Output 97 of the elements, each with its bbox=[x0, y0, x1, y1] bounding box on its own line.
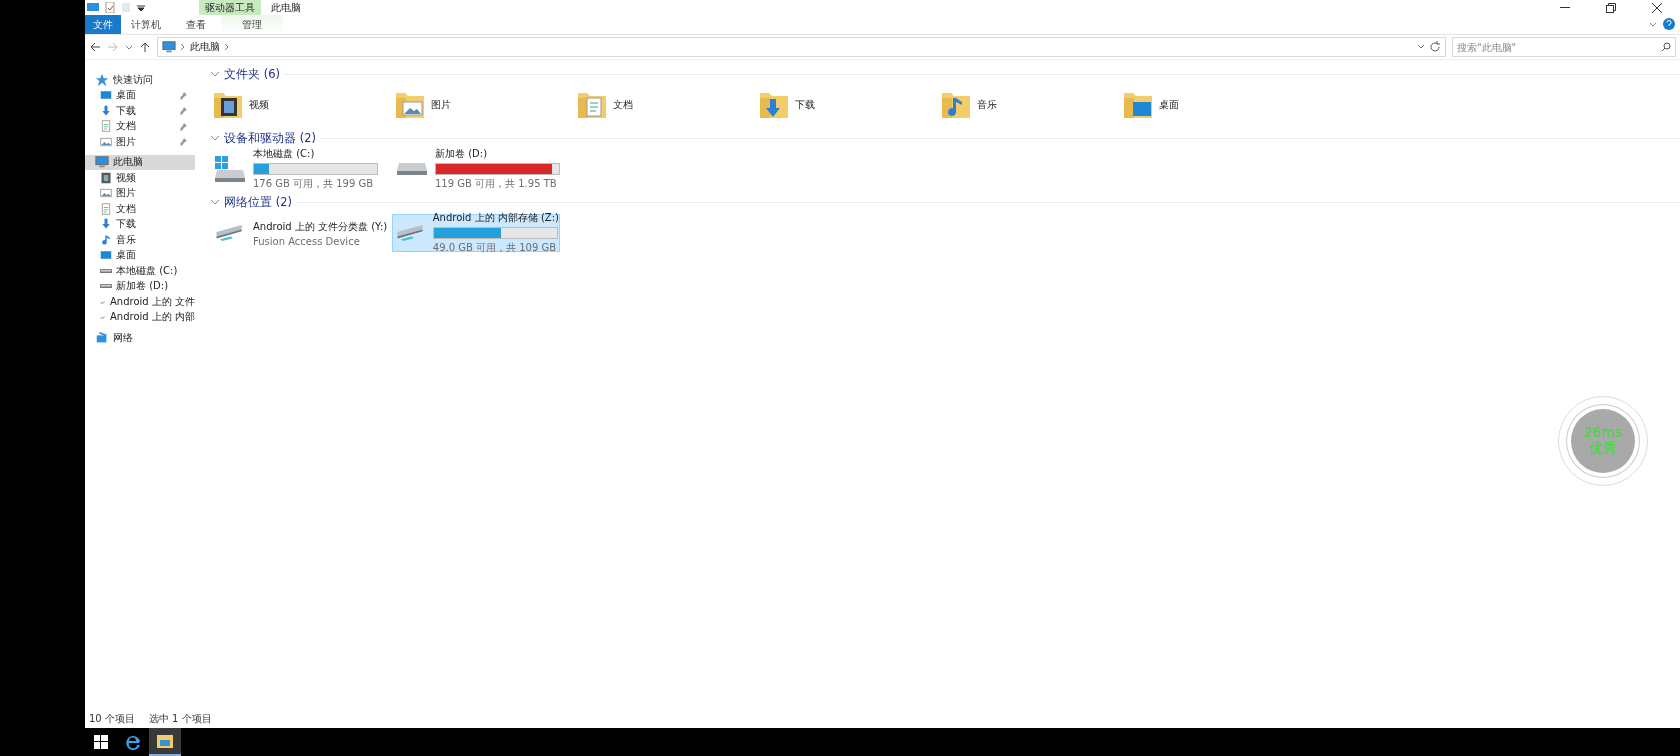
section-heading: 文件夹 (6) bbox=[224, 66, 280, 82]
section-heading: 网络位置 (2) bbox=[224, 194, 292, 210]
folder-tile[interactable]: 文档 bbox=[574, 86, 756, 124]
desktop-icon bbox=[100, 89, 112, 102]
close-icon bbox=[1652, 2, 1662, 13]
section-heading: 设备和驱动器 (2) bbox=[224, 130, 316, 146]
dropdown-icon[interactable] bbox=[137, 3, 145, 12]
nav-item[interactable]: 下载 bbox=[85, 103, 195, 119]
picture-folder-icon bbox=[395, 90, 425, 120]
chevron-down-icon[interactable] bbox=[210, 197, 220, 207]
back-arrow-icon[interactable] bbox=[89, 41, 101, 53]
document-icon bbox=[100, 202, 112, 215]
status-text: 选中 1 个项目 bbox=[148, 712, 212, 726]
latency-rating: 优秀 bbox=[1589, 440, 1617, 458]
refresh-icon[interactable] bbox=[1429, 41, 1441, 53]
drive-name: 本地磁盘 (C:) bbox=[253, 147, 316, 161]
picture-icon bbox=[100, 187, 112, 200]
computer-icon bbox=[162, 40, 176, 54]
taskbar-button[interactable] bbox=[149, 728, 181, 756]
nav-item[interactable]: 文档 bbox=[85, 118, 195, 134]
nav-item[interactable]: 图片 bbox=[85, 134, 195, 150]
pin-icon[interactable] bbox=[179, 138, 187, 146]
drive-detail: 49.0 GB 可用，共 109 GB bbox=[432, 241, 558, 255]
nav-item[interactable]: 桌面 bbox=[85, 247, 195, 263]
drive-tile[interactable]: 新加卷 (D:) 119 GB 可用，共 1.95 TB bbox=[392, 150, 574, 188]
windows-logo-icon bbox=[94, 735, 108, 749]
desktop-folder-icon bbox=[1123, 90, 1153, 120]
drive-tile[interactable]: Android 上的 内部存储 (Z:) 49.0 GB 可用，共 109 GB bbox=[392, 214, 560, 252]
pin-icon[interactable] bbox=[179, 107, 187, 115]
music-folder-icon bbox=[941, 90, 971, 120]
drive-tile[interactable]: Android 上的 文件分类盘 (Y:) Fusion Access Device bbox=[210, 214, 392, 252]
desktop-icon bbox=[100, 249, 112, 262]
picture-icon bbox=[100, 135, 112, 148]
folder-tile[interactable]: 桌面 bbox=[1120, 86, 1302, 124]
folder-icon bbox=[157, 734, 173, 748]
drive-icon bbox=[100, 284, 112, 289]
search-field[interactable]: 搜索"此电脑" bbox=[1452, 37, 1676, 57]
drive-name: Android 上的 内部存储 (Z:) bbox=[432, 211, 559, 225]
file-tab[interactable]: 文件 bbox=[85, 15, 121, 34]
chevron-down-icon[interactable] bbox=[210, 69, 220, 79]
browser-icon bbox=[124, 733, 142, 751]
nav-item[interactable]: 新加卷 (D:) bbox=[85, 278, 195, 294]
drive-detail: 119 GB 可用，共 1.95 TB bbox=[435, 177, 558, 191]
drive-tile[interactable]: 本地磁盘 (C:) 176 GB 可用，共 199 GB bbox=[210, 150, 392, 188]
nav-item[interactable]: 桌面 bbox=[85, 87, 195, 103]
context-group-label: 驱动器工具 bbox=[199, 0, 261, 15]
chevron-right-icon[interactable] bbox=[180, 43, 186, 51]
nav-item[interactable]: 视频 bbox=[85, 170, 195, 186]
pin-icon[interactable] bbox=[179, 91, 187, 100]
pin-icon[interactable] bbox=[179, 122, 187, 131]
nav-item[interactable]: 本地磁盘 (C:) bbox=[85, 263, 195, 279]
drive-detail: Fusion Access Device bbox=[253, 235, 361, 247]
music-note-icon bbox=[100, 233, 112, 246]
drive-icon bbox=[100, 268, 112, 273]
status-text: 10 个项目 bbox=[89, 712, 135, 726]
drive-icon bbox=[395, 162, 429, 176]
properties-icon[interactable] bbox=[105, 2, 115, 13]
nav-item[interactable]: 图片 bbox=[85, 185, 195, 201]
chevron-down-icon[interactable] bbox=[210, 133, 220, 143]
nav-item[interactable]: Android 上的 文件 bbox=[85, 294, 195, 310]
nav-item[interactable]: 网络 bbox=[85, 330, 195, 346]
drive-name: Android 上的 文件分类盘 (Y:) bbox=[253, 219, 388, 234]
network-icon bbox=[95, 330, 109, 345]
document-icon bbox=[100, 120, 112, 133]
drive-detail: 176 GB 可用，共 199 GB bbox=[253, 177, 375, 191]
up-arrow-icon[interactable] bbox=[139, 41, 151, 53]
restore-icon bbox=[1606, 2, 1616, 13]
window-title: 此电脑 bbox=[270, 0, 302, 15]
video-folder-icon bbox=[213, 90, 243, 120]
nav-item[interactable]: 音乐 bbox=[85, 232, 195, 248]
nav-item[interactable]: Android 上的 内部 bbox=[85, 309, 195, 325]
film-icon bbox=[100, 171, 112, 184]
breadcrumb[interactable]: 此电脑 bbox=[190, 40, 220, 54]
search-icon bbox=[1661, 42, 1671, 52]
chevron-right-icon[interactable] bbox=[224, 43, 230, 51]
ribbon-tab[interactable]: 管理 bbox=[221, 15, 283, 34]
latency-value: 26ms bbox=[1583, 424, 1623, 440]
computer-icon[interactable] bbox=[87, 2, 99, 13]
computer-icon bbox=[95, 155, 109, 170]
folder-tile[interactable]: 视频 bbox=[210, 86, 392, 124]
down-arrow-icon bbox=[100, 104, 112, 117]
nav-item[interactable]: 下载 bbox=[85, 216, 195, 232]
address-field[interactable]: 此电脑 bbox=[157, 37, 1446, 57]
drive-name: 新加卷 (D:) bbox=[435, 147, 489, 161]
down-arrow-icon bbox=[100, 218, 112, 231]
star-icon bbox=[95, 72, 109, 87]
folder-tile[interactable]: 下载 bbox=[756, 86, 938, 124]
nav-item[interactable]: 此电脑 bbox=[85, 154, 195, 170]
chevron-down-icon[interactable] bbox=[1417, 43, 1425, 51]
nav-item[interactable]: 快速访问 bbox=[85, 72, 195, 88]
system-drive-icon bbox=[213, 154, 247, 184]
download-folder-icon bbox=[759, 90, 789, 120]
minimize-icon bbox=[1560, 6, 1570, 9]
folder-tile[interactable]: 图片 bbox=[392, 86, 574, 124]
document-folder-icon bbox=[577, 90, 607, 120]
folder-tile[interactable]: 音乐 bbox=[938, 86, 1120, 124]
nav-item[interactable]: 文档 bbox=[85, 201, 195, 217]
